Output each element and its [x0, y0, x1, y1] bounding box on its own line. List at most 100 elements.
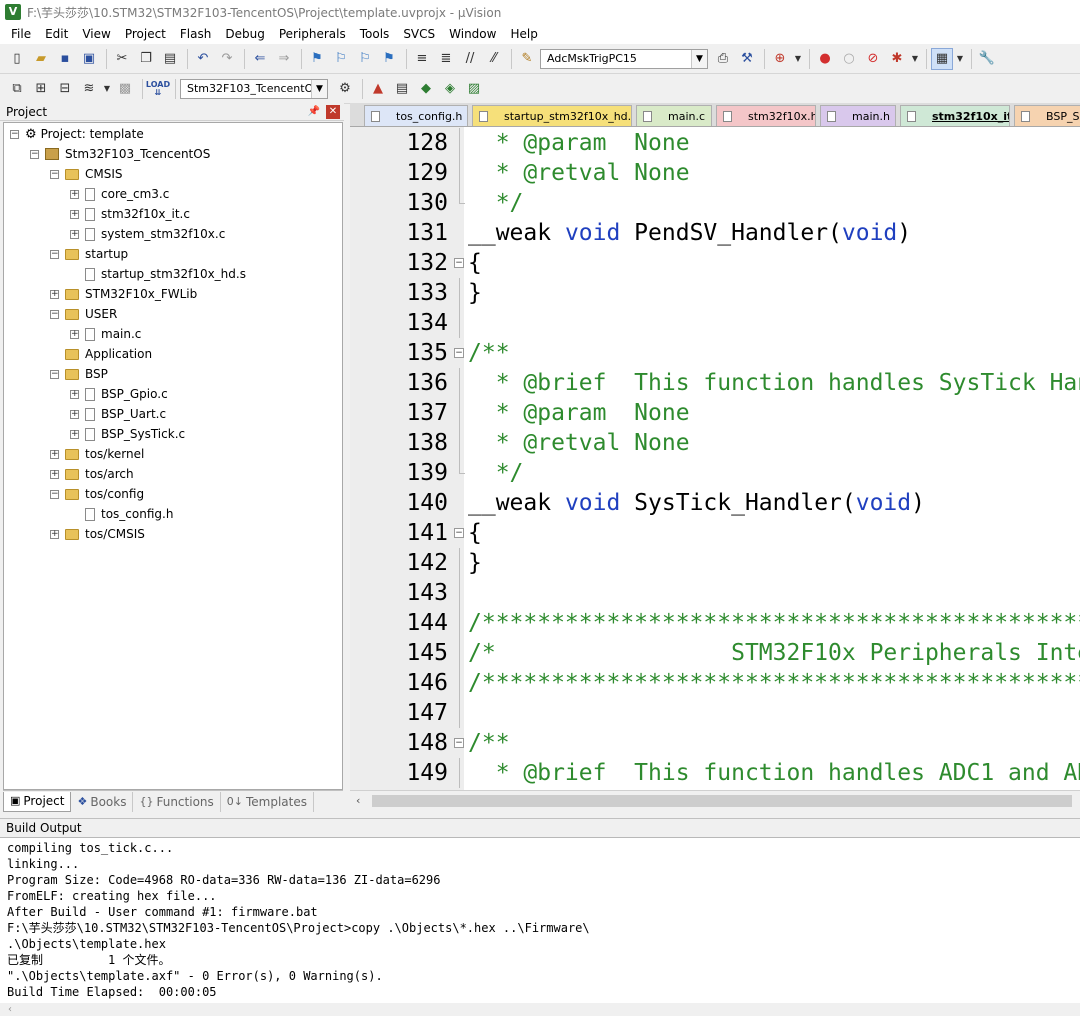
tab-functions[interactable]: {} Functions — [133, 791, 221, 812]
build-icon[interactable]: ⊞ — [30, 78, 52, 100]
build-output-scrollbar[interactable]: ‹ — [0, 1003, 1080, 1016]
expand-icon[interactable]: + — [70, 389, 79, 399]
new-file-icon[interactable]: ▯ — [6, 48, 28, 70]
chevron-down-icon[interactable]: ▼ — [955, 48, 965, 70]
expand-icon[interactable]: + — [70, 189, 79, 199]
target-combo[interactable]: Stm32F103_TcencentOS ▼ — [180, 78, 328, 99]
tree-group-bsp[interactable]: − BSP — [50, 364, 108, 384]
redo-icon[interactable]: ↷ — [216, 48, 238, 70]
stop-build-icon[interactable]: ▩ — [114, 78, 136, 100]
tree-group-tos-cmsis[interactable]: + tos/CMSIS — [50, 524, 145, 544]
editor-tab-bsp-systick[interactable]: BSP_SysTick.c — [1014, 105, 1080, 126]
chevron-down-icon[interactable]: ▼ — [910, 48, 920, 70]
tree-group-tos-arch[interactable]: + tos/arch — [50, 464, 134, 484]
fold-collapse-icon[interactable]: − — [454, 348, 464, 358]
collapse-icon[interactable]: − — [30, 149, 39, 159]
menu-flash[interactable]: Flash — [173, 24, 218, 44]
cut-icon[interactable]: ✂ — [111, 48, 133, 70]
batch-build-icon[interactable]: ≋ — [78, 78, 100, 100]
expand-icon[interactable]: + — [70, 209, 79, 219]
editor-horizontal-scrollbar[interactable]: ‹ — [350, 790, 1080, 810]
tree-group-user[interactable]: − USER — [50, 304, 117, 324]
rebuild-icon[interactable]: ⊟ — [54, 78, 76, 100]
tree-group-tos-config[interactable]: − tos/config — [50, 484, 144, 504]
tree-file[interactable]: + BSP_Uart.c — [70, 404, 166, 424]
copy-icon[interactable]: ❐ — [135, 48, 157, 70]
chevron-down-icon[interactable]: ▼ — [102, 78, 112, 100]
uncomment-icon[interactable]: ⁄⁄ — [483, 48, 505, 70]
tree-group-tos-kernel[interactable]: + tos/kernel — [50, 444, 144, 464]
code-line[interactable]: 146 /************************************… — [350, 668, 1080, 698]
fold-collapse-icon[interactable]: − — [454, 528, 464, 538]
code-line[interactable]: 141−{ — [350, 518, 1080, 548]
code-line[interactable]: 144 /************************************… — [350, 608, 1080, 638]
scroll-left-icon[interactable]: ‹ — [356, 794, 360, 807]
code-line[interactable]: 133} — [350, 278, 1080, 308]
tree-file[interactable]: + main.c — [70, 324, 141, 344]
tab-books[interactable]: ❖ Books — [71, 791, 134, 812]
menu-svcs[interactable]: SVCS — [396, 24, 442, 44]
collapse-icon[interactable]: − — [50, 169, 59, 179]
code-line[interactable]: 136 * @brief This function handles SysTi… — [350, 368, 1080, 398]
menu-help[interactable]: Help — [503, 24, 544, 44]
chevron-down-icon[interactable]: ▼ — [311, 79, 327, 98]
editor-tab-startup[interactable]: startup_stm32f10x_hd.s — [472, 105, 632, 126]
find-icon[interactable]: ⚒ — [736, 48, 758, 70]
bookmark-clear-icon[interactable]: ⚑ — [378, 48, 400, 70]
comment-icon[interactable]: // — [459, 48, 481, 70]
code-line[interactable]: 147 — [350, 698, 1080, 728]
code-line[interactable]: 143 — [350, 578, 1080, 608]
translate-icon[interactable]: ⧉ — [6, 78, 28, 100]
breakpoint-insert-icon[interactable]: ● — [814, 48, 836, 70]
code-line[interactable]: 139 */ — [350, 458, 1080, 488]
window-layout-icon[interactable]: ▦ — [931, 47, 953, 70]
expand-icon[interactable]: + — [70, 429, 79, 439]
expand-icon[interactable]: + — [50, 469, 59, 479]
paste-icon[interactable]: ▤ — [159, 48, 181, 70]
code-line[interactable]: 134 — [350, 308, 1080, 338]
menu-edit[interactable]: Edit — [38, 24, 75, 44]
code-line[interactable]: 130 */ — [350, 188, 1080, 218]
editor-tab-stm32f10x-it[interactable]: stm32f10x_it.c — [900, 105, 1010, 126]
code-line[interactable]: 128 * @param None — [350, 128, 1080, 158]
collapse-icon[interactable]: − — [50, 309, 59, 319]
code-line[interactable]: 129 * @retval None — [350, 158, 1080, 188]
tree-file[interactable]: startup_stm32f10x_hd.s — [85, 264, 246, 284]
code-line[interactable]: 132−{ — [350, 248, 1080, 278]
menu-project[interactable]: Project — [118, 24, 173, 44]
expand-icon[interactable]: + — [50, 529, 59, 539]
menu-view[interactable]: View — [75, 24, 117, 44]
tree-file[interactable]: + BSP_Gpio.c — [70, 384, 168, 404]
code-line[interactable]: 135−/** — [350, 338, 1080, 368]
fold-collapse-icon[interactable]: − — [454, 738, 464, 748]
tree-file[interactable]: + stm32f10x_it.c — [70, 204, 190, 224]
pack-installer-icon[interactable]: ▨ — [463, 78, 485, 100]
save-all-icon[interactable]: ▣ — [78, 48, 100, 70]
tree-file[interactable]: + system_stm32f10x.c — [70, 224, 225, 244]
fold-collapse-icon[interactable]: − — [454, 258, 464, 268]
tree-group-application[interactable]: Application — [65, 344, 152, 364]
tree-group-fwlib[interactable]: + STM32F10x_FWLib — [50, 284, 197, 304]
find-in-files-icon[interactable]: ✎ — [516, 48, 538, 70]
code-line[interactable]: 137 * @param None — [350, 398, 1080, 428]
chevron-down-icon[interactable]: ▼ — [691, 49, 707, 68]
code-line[interactable]: 131 __weak void PendSV_Handler(void) — [350, 218, 1080, 248]
expand-icon[interactable]: + — [70, 329, 79, 339]
scrollbar-thumb[interactable] — [372, 795, 1072, 807]
collapse-icon[interactable]: − — [50, 489, 59, 499]
expand-icon[interactable]: + — [70, 409, 79, 419]
tree-target[interactable]: − Stm32F103_TcencentOS — [30, 144, 210, 164]
tree-file[interactable]: tos_config.h — [85, 504, 173, 524]
editor-tab-stm32f10x-h[interactable]: stm32f10x.h — [716, 105, 816, 126]
code-editor[interactable]: 128 * @param None 129 * @retval None 130 *… — [350, 127, 1080, 790]
tree-file[interactable]: + core_cm3.c — [70, 184, 169, 204]
close-icon[interactable]: ✕ — [326, 104, 340, 119]
code-line[interactable]: 138 * @retval None — [350, 428, 1080, 458]
code-line[interactable]: 140 __weak void SysTick_Handler(void) — [350, 488, 1080, 518]
debug-session-icon[interactable]: ⊕ — [769, 48, 791, 70]
bookmark-next-icon[interactable]: ⚐ — [354, 48, 376, 70]
unindent-icon[interactable]: ≣ — [435, 48, 457, 70]
breakpoint-enable-icon[interactable]: ○ — [838, 48, 860, 70]
menu-tools[interactable]: Tools — [353, 24, 397, 44]
manage-project-items-icon[interactable]: ▲ — [367, 78, 389, 100]
